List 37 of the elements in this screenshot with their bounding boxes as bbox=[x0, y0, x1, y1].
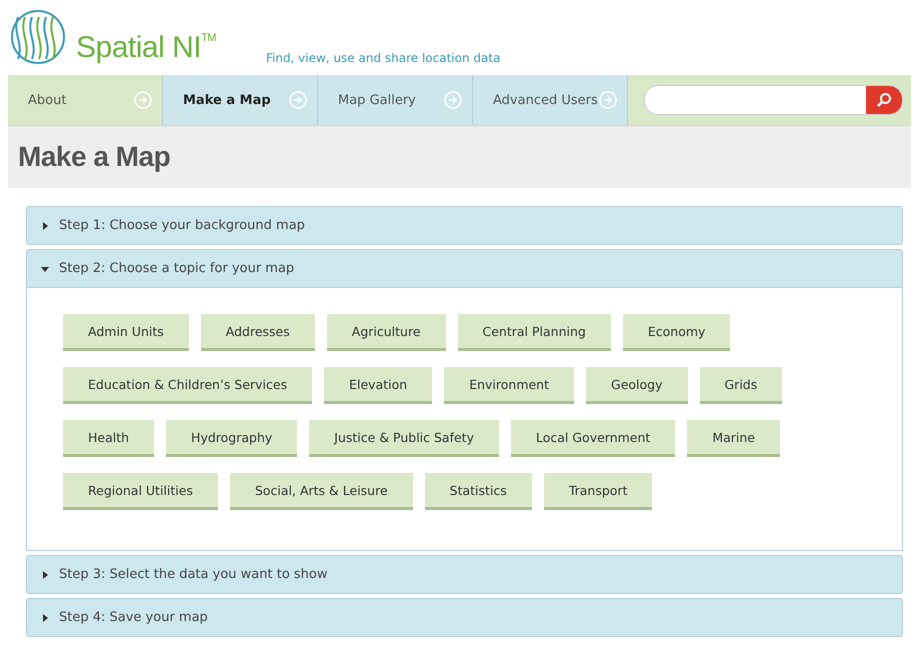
nav-tab[interactable]: Advanced Users bbox=[473, 75, 628, 125]
topic-button[interactable]: Marine bbox=[687, 420, 780, 457]
topic-button[interactable]: Geology bbox=[586, 367, 688, 404]
tagline: Find, view, use and share location data bbox=[266, 51, 500, 65]
topic-button[interactable]: Hydrography bbox=[166, 420, 298, 457]
topic-button[interactable]: Environment bbox=[444, 367, 574, 404]
topic-button[interactable]: Social, Arts & Leisure bbox=[230, 473, 413, 510]
search-button[interactable] bbox=[866, 86, 902, 114]
caret-right-icon bbox=[41, 570, 49, 578]
topic-button[interactable]: Health bbox=[63, 420, 154, 457]
page-title: Make a Map bbox=[18, 141, 170, 173]
globe-logo-icon bbox=[10, 9, 66, 65]
logo-text: Spatial NI$^{TM}$ bbox=[76, 33, 216, 63]
topic-button[interactable]: Agriculture bbox=[326, 314, 446, 351]
topic-button[interactable]: Addresses bbox=[200, 314, 315, 351]
search-icon bbox=[876, 92, 892, 108]
topic-button[interactable]: Transport bbox=[544, 473, 652, 510]
caret-right-icon bbox=[41, 222, 49, 230]
topic-button[interactable]: Local Government bbox=[511, 420, 676, 457]
step-header[interactable]: Step 2: Choose a topic for your map bbox=[26, 249, 903, 288]
nav-tab[interactable]: Map Gallery bbox=[318, 75, 473, 125]
step-header[interactable]: Step 3: Select the data you want to show bbox=[26, 555, 903, 594]
topic-button[interactable]: Economy bbox=[622, 314, 730, 351]
topic-button[interactable]: Elevation bbox=[324, 367, 432, 404]
topic-button[interactable]: Admin Units bbox=[63, 314, 189, 351]
topic-button[interactable]: Grids bbox=[700, 367, 782, 404]
step-header[interactable]: Step 4: Save your map bbox=[26, 598, 903, 637]
topic-button[interactable]: Statistics bbox=[424, 473, 532, 510]
topic-button[interactable]: Regional Utilities bbox=[63, 473, 218, 510]
caret-right-icon bbox=[41, 614, 49, 622]
nav-tab[interactable]: Make a Map bbox=[163, 75, 318, 125]
topic-button[interactable]: Education & Children’s Services bbox=[63, 367, 312, 404]
step-header[interactable]: Step 1: Choose your background map bbox=[26, 206, 903, 245]
topic-button[interactable]: Central Planning bbox=[458, 314, 611, 351]
caret-down-icon bbox=[41, 264, 49, 272]
search-field[interactable] bbox=[644, 85, 903, 115]
topic-button[interactable]: Justice & Public Safety bbox=[309, 420, 499, 457]
